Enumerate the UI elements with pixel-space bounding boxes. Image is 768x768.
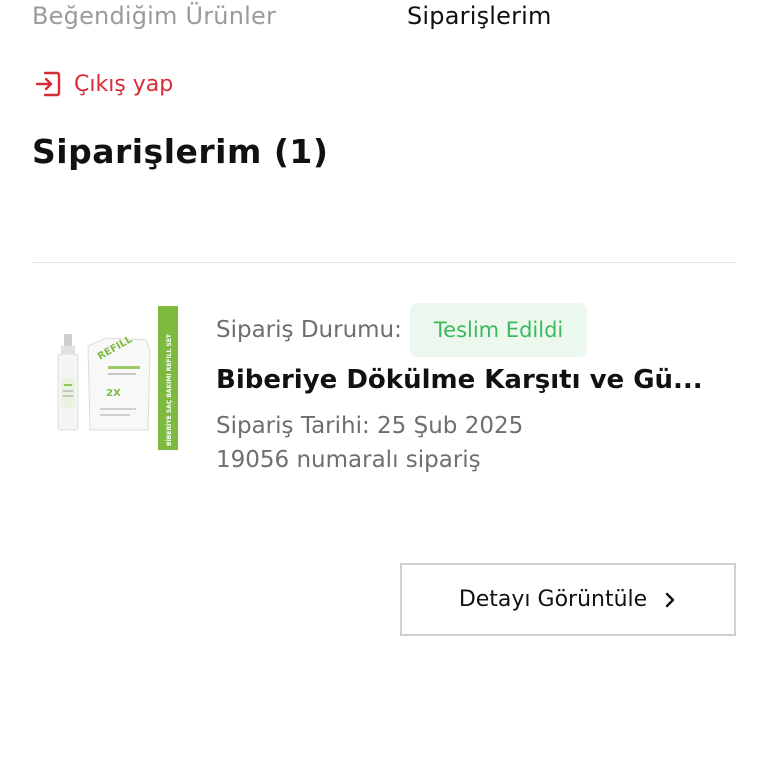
nav-liked-products[interactable]: Beğendiğim Ürünler [32, 2, 276, 30]
status-badge: Teslim Edildi [409, 303, 588, 357]
view-details-button[interactable]: Detayı Görüntüle [400, 563, 736, 636]
chevron-right-icon [663, 591, 677, 609]
page-title: Siparişlerim (1) [32, 132, 329, 171]
status-row: Sipariş Durumu: Teslim Edildi [216, 303, 736, 357]
nav-orders[interactable]: Siparişlerim [407, 2, 552, 30]
top-nav: Beğendiğim Ürünler Siparişlerim [0, 0, 768, 40]
order-date: Sipariş Tarihi: 25 Şub 2025 [216, 413, 524, 439]
side-banner-text: BİBERİYE SAÇ BAKIMI REFILL SET [166, 333, 173, 446]
logout-link[interactable]: Çıkış yap [34, 70, 173, 98]
product-name[interactable]: Biberiye Dökülme Karşıtı ve Gü... [216, 365, 728, 395]
status-label: Sipariş Durumu: [216, 317, 402, 343]
view-details-label: Detayı Görüntüle [458, 587, 648, 612]
logout-label: Çıkış yap [74, 71, 174, 97]
order-card: Sipariş Durumu: Teslim Edildi Biberiye D… [216, 303, 736, 473]
divider [32, 262, 736, 263]
multiplier-label: 2X [106, 388, 121, 399]
order-number: 19056 numaralı sipariş [216, 447, 481, 473]
logout-icon [34, 70, 62, 98]
product-image[interactable]: REFILL 2X BİBERİYE SAÇ BAKIMI REFILL SET [50, 300, 182, 452]
